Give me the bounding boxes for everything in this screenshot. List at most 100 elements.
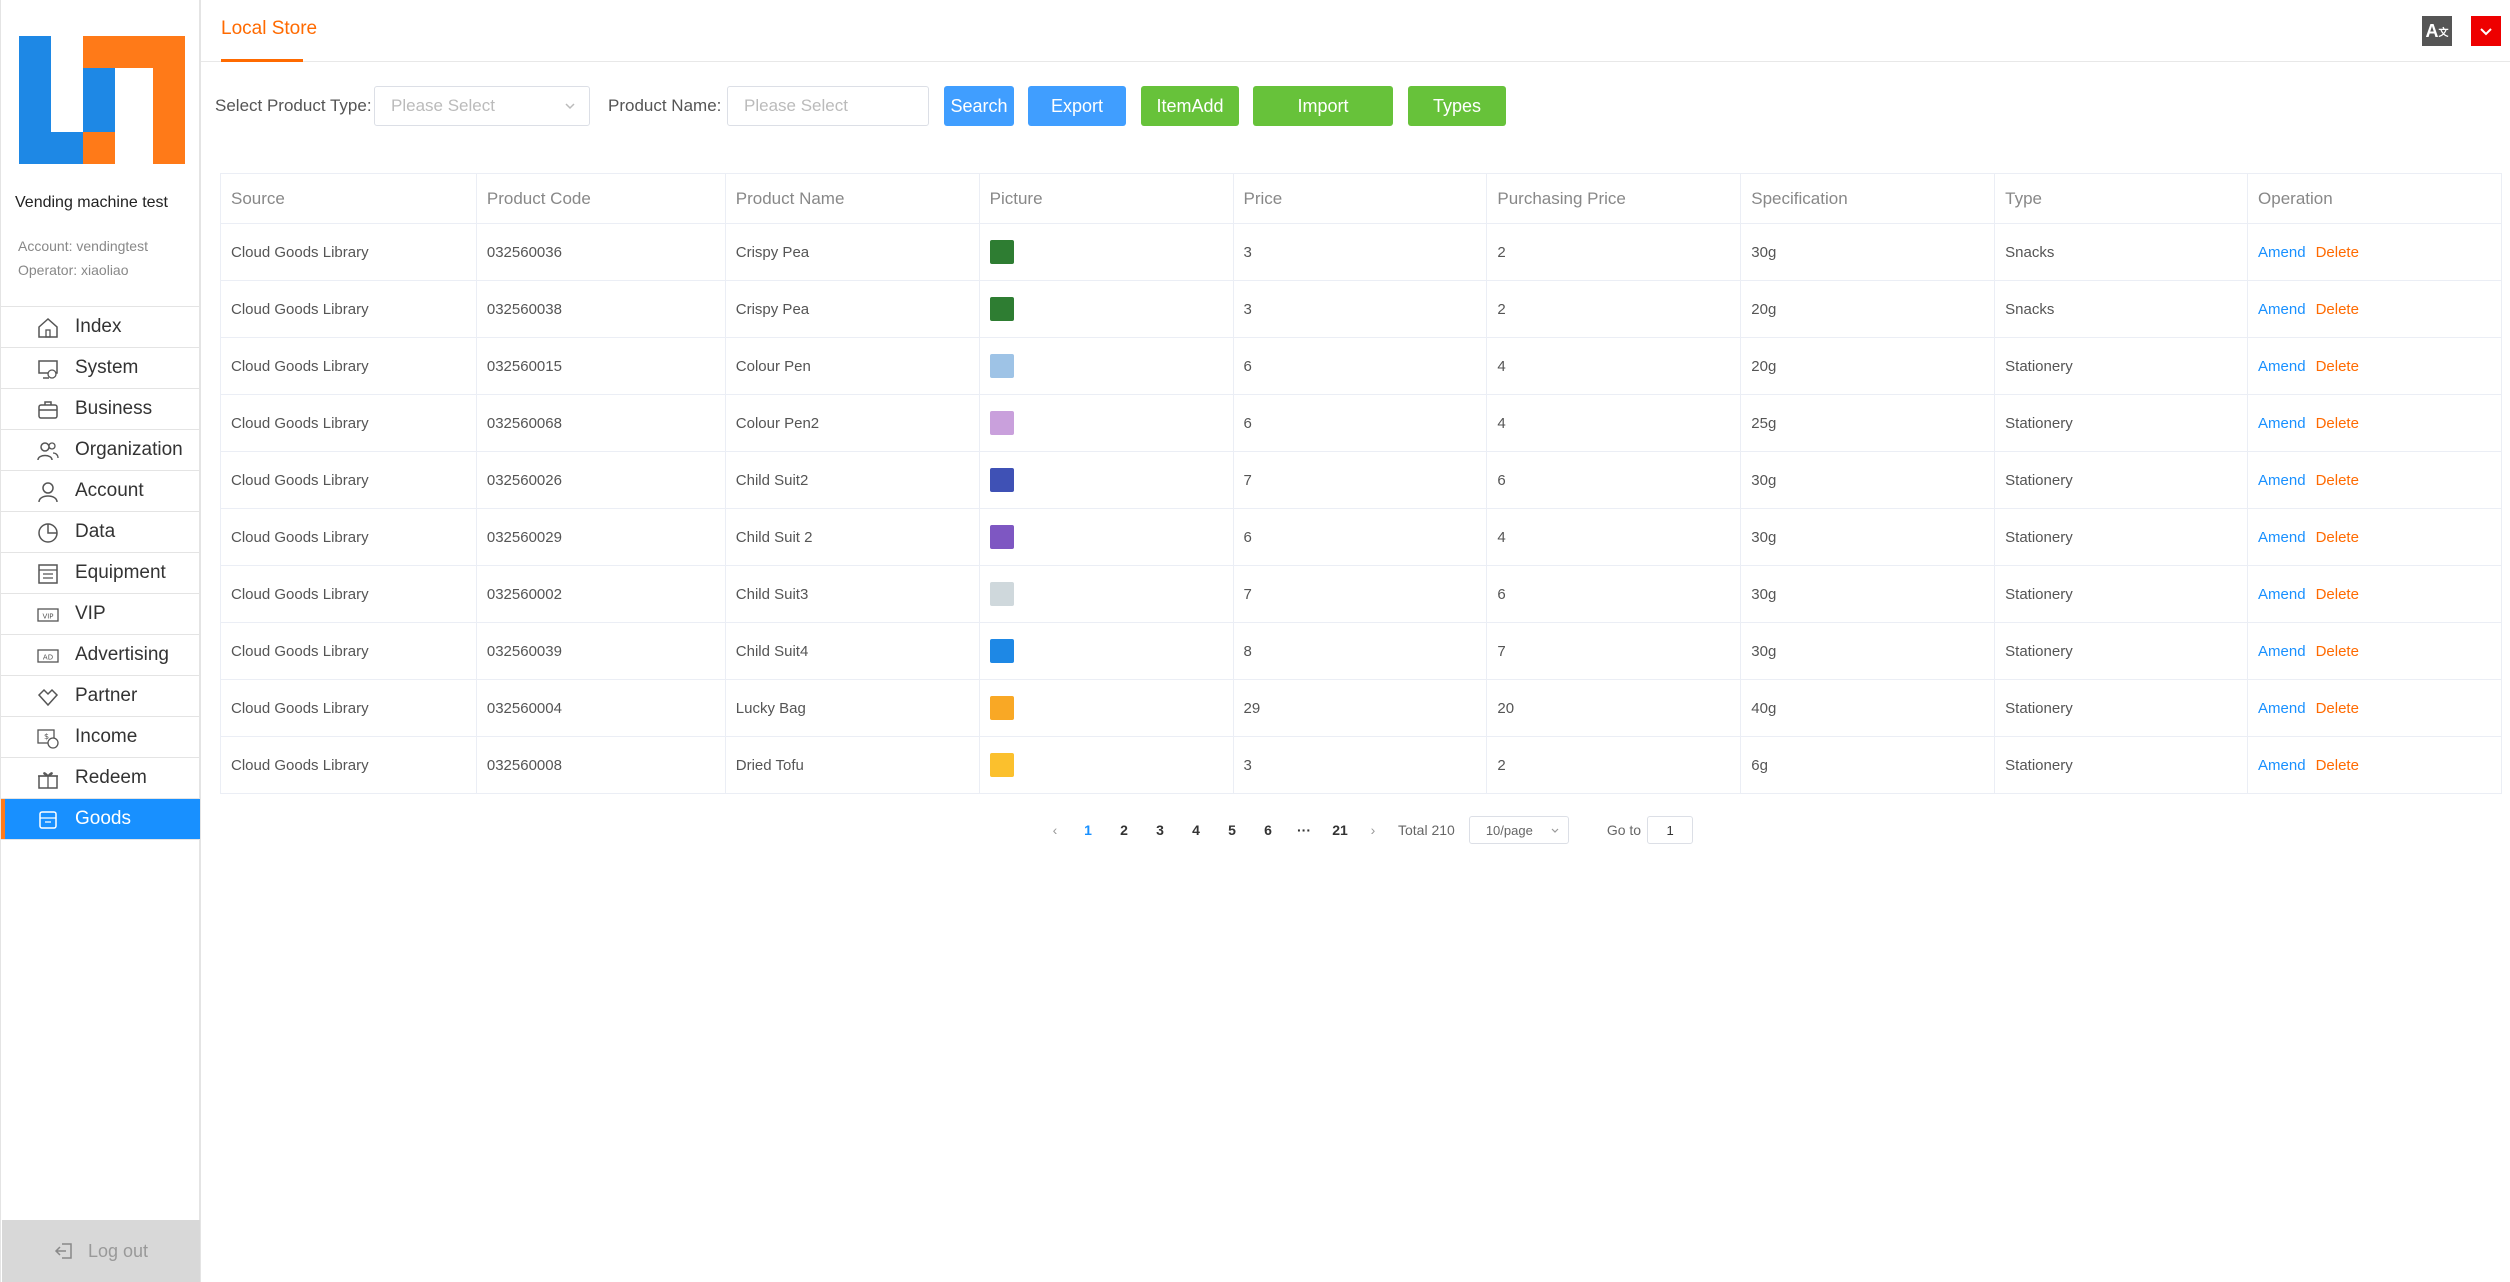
page-button[interactable]: 1 xyxy=(1070,822,1106,838)
chevron-left-icon[interactable]: ‹ xyxy=(1040,822,1070,838)
amend-link[interactable]: Amend xyxy=(2258,529,2306,546)
source-cell: Cloud Goods Library xyxy=(220,394,477,452)
delete-link[interactable]: Delete xyxy=(2316,301,2359,318)
delete-link[interactable]: Delete xyxy=(2316,700,2359,717)
picture-cell xyxy=(978,679,1234,737)
amend-link[interactable]: Amend xyxy=(2258,472,2306,489)
specification-cell: 30g xyxy=(1740,565,1996,623)
import-button[interactable]: Import xyxy=(1253,86,1393,126)
sidebar-item-organization[interactable]: Organization xyxy=(1,430,200,471)
picture-cell xyxy=(978,337,1234,395)
page-button[interactable]: 4 xyxy=(1178,822,1214,838)
amend-link[interactable]: Amend xyxy=(2258,358,2306,375)
sidebar: Vending machine test Account: vendingtes… xyxy=(0,0,201,1282)
pagination: ‹ 1 2 3 4 5 6 ··· 21 › Total 210 10/page… xyxy=(1040,815,1694,845)
delete-link[interactable]: Delete xyxy=(2316,586,2359,603)
product-code-cell: 032560036 xyxy=(475,223,726,281)
sidebar-item-data[interactable]: Data xyxy=(1,512,200,553)
sidebar-item-partner[interactable]: Partner xyxy=(1,676,200,717)
delete-link[interactable]: Delete xyxy=(2316,358,2359,375)
amend-link[interactable]: Amend xyxy=(2258,700,2306,717)
price-cell: 7 xyxy=(1232,451,1488,509)
page-button[interactable]: 6 xyxy=(1250,822,1286,838)
type-cell: Stationery xyxy=(1994,508,2249,566)
specification-cell: 30g xyxy=(1740,622,1996,680)
product-thumbnail[interactable] xyxy=(989,468,1014,492)
sidebar-item-income[interactable]: $ Income xyxy=(1,717,200,758)
specification-cell: 30g xyxy=(1740,451,1996,509)
search-button[interactable]: Search xyxy=(944,86,1014,126)
page-size-select[interactable]: 10/page xyxy=(1468,816,1569,844)
type-cell: Stationery xyxy=(1994,622,2249,680)
operation-cell: Amend Delete xyxy=(2247,565,2502,623)
sidebar-item-index[interactable]: Index xyxy=(1,307,200,348)
product-code-cell: 032560002 xyxy=(475,565,726,623)
product-thumbnail[interactable] xyxy=(989,639,1014,663)
user-menu-icon[interactable] xyxy=(2471,16,2501,46)
purchasing-price-cell: 20 xyxy=(1486,679,1742,737)
goods-table: Source Product Code Product Name Picture… xyxy=(220,173,2502,794)
page-button[interactable]: 5 xyxy=(1214,822,1250,838)
page-button[interactable]: 3 xyxy=(1142,822,1178,838)
user-icon xyxy=(38,482,58,503)
product-type-select[interactable]: Please Select xyxy=(374,86,590,126)
sidebar-item-goods[interactable]: Goods xyxy=(1,799,200,840)
page-button[interactable]: 21 xyxy=(1322,822,1358,838)
sidebar-item-equipment[interactable]: Equipment xyxy=(1,553,200,594)
picture-cell xyxy=(978,223,1234,281)
logout-button[interactable]: Log out xyxy=(2,1220,200,1282)
amend-link[interactable]: Amend xyxy=(2258,586,2306,603)
amend-link[interactable]: Amend xyxy=(2258,643,2306,660)
product-name-input[interactable]: Please Select xyxy=(727,86,929,126)
product-thumbnail[interactable] xyxy=(989,354,1014,378)
delete-link[interactable]: Delete xyxy=(2316,757,2359,774)
sidebar-item-system[interactable]: System xyxy=(1,348,200,389)
table-row: Cloud Goods Library 032560002 Child Suit3 7… xyxy=(220,565,2502,623)
amend-link[interactable]: Amend xyxy=(2258,415,2306,432)
product-name-cell: Colour Pen2 xyxy=(724,394,980,452)
product-thumbnail[interactable] xyxy=(989,240,1014,264)
product-thumbnail[interactable] xyxy=(989,582,1014,606)
column-header: Operation xyxy=(2247,173,2502,224)
page-button[interactable]: 2 xyxy=(1106,822,1142,838)
sidebar-item-account[interactable]: Account xyxy=(1,471,200,512)
price-cell: 6 xyxy=(1232,508,1488,566)
sidebar-item-redeem[interactable]: Redeem xyxy=(1,758,200,799)
sidebar-item-advertising[interactable]: AD Advertising xyxy=(1,635,200,676)
tab-local-store[interactable]: Local Store xyxy=(221,18,317,40)
price-cell: 3 xyxy=(1232,280,1488,338)
item-add-button[interactable]: ItemAdd xyxy=(1141,86,1239,126)
table-row: Cloud Goods Library 032560008 Dried Tofu 3 2… xyxy=(220,736,2502,794)
system-icon xyxy=(38,360,58,379)
operation-cell: Amend Delete xyxy=(2247,394,2502,452)
chevron-right-icon[interactable]: › xyxy=(1358,822,1388,838)
amend-link[interactable]: Amend xyxy=(2258,757,2306,774)
sidebar-item-label: System xyxy=(75,357,139,378)
types-button[interactable]: Types xyxy=(1408,86,1506,126)
goto-input[interactable]: 1 xyxy=(1647,816,1694,844)
delete-link[interactable]: Delete xyxy=(2316,415,2359,432)
export-button[interactable]: Export xyxy=(1028,86,1126,126)
translate-icon[interactable]: A文 xyxy=(2422,16,2452,46)
product-name-cell: Dried Tofu xyxy=(724,736,980,794)
product-thumbnail[interactable] xyxy=(989,696,1014,720)
price-cell: 6 xyxy=(1232,337,1488,395)
delete-link[interactable]: Delete xyxy=(2316,529,2359,546)
product-thumbnail[interactable] xyxy=(989,411,1014,435)
page-ellipsis[interactable]: ··· xyxy=(1286,822,1322,838)
sidebar-item-vip[interactable]: VIP VIP xyxy=(1,594,200,635)
delete-link[interactable]: Delete xyxy=(2316,244,2359,261)
product-thumbnail[interactable] xyxy=(989,297,1014,321)
sidebar-item-business[interactable]: Business xyxy=(1,389,200,430)
specification-cell: 25g xyxy=(1740,394,1996,452)
operation-cell: Amend Delete xyxy=(2247,508,2502,566)
sidebar-item-label: Account xyxy=(75,480,144,501)
product-code-cell: 032560039 xyxy=(475,622,726,680)
source-cell: Cloud Goods Library xyxy=(220,223,477,281)
delete-link[interactable]: Delete xyxy=(2316,472,2359,489)
product-thumbnail[interactable] xyxy=(989,753,1014,777)
amend-link[interactable]: Amend xyxy=(2258,301,2306,318)
delete-link[interactable]: Delete xyxy=(2316,643,2359,660)
product-thumbnail[interactable] xyxy=(989,525,1014,549)
amend-link[interactable]: Amend xyxy=(2258,244,2306,261)
